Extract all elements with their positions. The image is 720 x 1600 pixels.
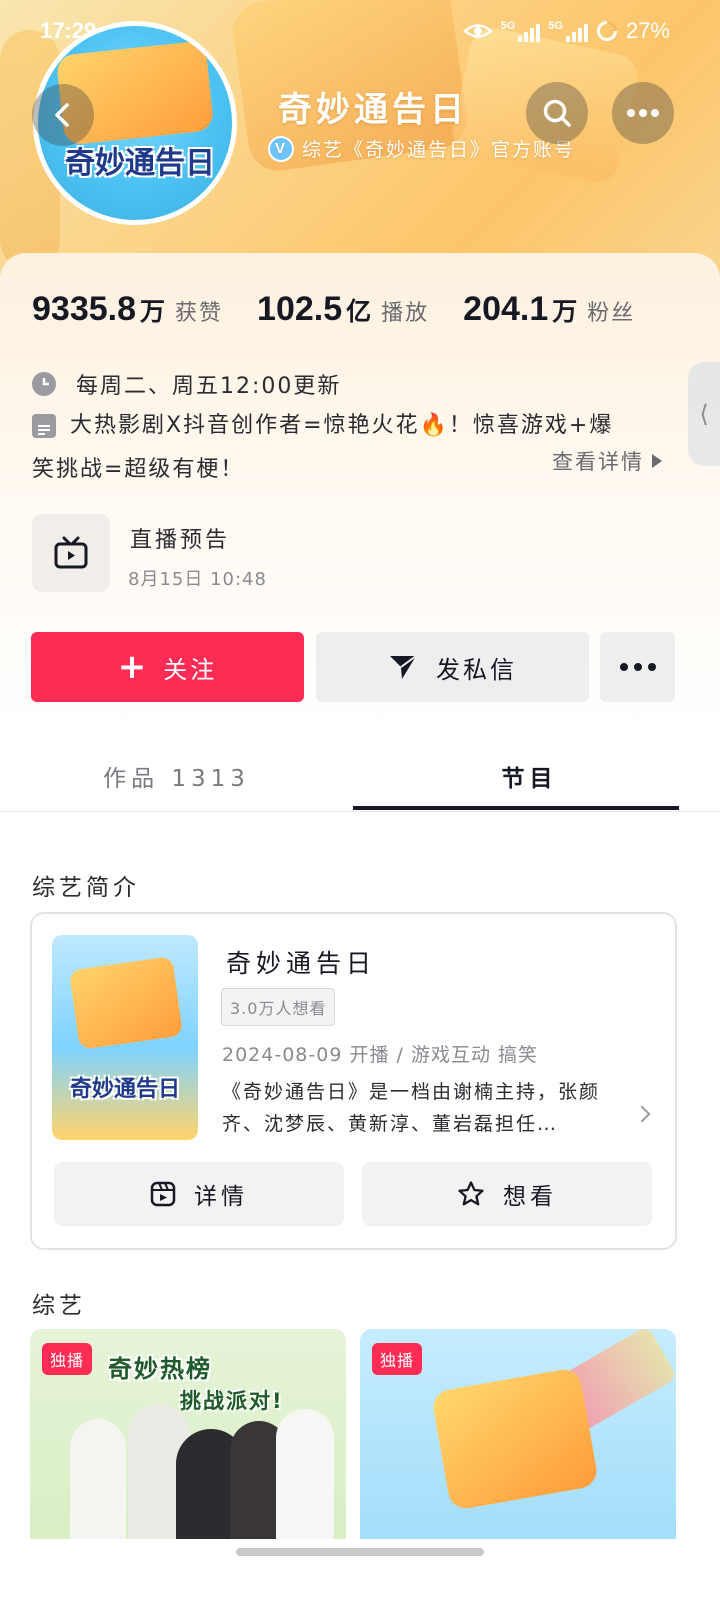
see-details-link[interactable]: 查看详情	[552, 446, 662, 476]
show-poster[interactable]: 奇妙通告日	[52, 935, 198, 1140]
details-button[interactable]: 详情	[54, 1162, 344, 1226]
stats-row: 9335.8 万 获赞 102.5 亿 播放 204.1 万 粉丝	[32, 290, 669, 329]
avatar-logo-text: 奇妙通告日	[65, 147, 215, 180]
verified-icon: V	[268, 135, 294, 162]
dot	[647, 663, 656, 671]
cast-figure	[276, 1409, 334, 1539]
film-icon	[150, 1181, 176, 1207]
show-description: 《奇妙通告日》是一档由谢楠主持，张颜齐、沈梦辰、黄新淳、董岩磊担任…	[222, 1081, 601, 1135]
schedule-text: 每周二、周五12:00更新	[76, 374, 342, 399]
want-to-watch-button[interactable]: 想看	[362, 1162, 652, 1226]
more-actions-button[interactable]	[600, 632, 675, 702]
home-indicator[interactable]	[236, 1548, 484, 1556]
live-preview-time: 8月15日 10:48	[128, 569, 267, 590]
side-drawer-handle[interactable]: ⟨	[688, 362, 720, 466]
thumbnail-artwork	[430, 1366, 600, 1512]
clock-icon	[32, 372, 56, 396]
want-count-badge: 3.0万人想看	[221, 988, 336, 1026]
tv-icon	[54, 536, 88, 569]
battery-percent: 27%	[625, 18, 670, 43]
signal-icon: 5G	[501, 20, 541, 42]
stat-plays[interactable]: 102.5 亿 播放	[257, 290, 429, 329]
poster-artwork	[68, 956, 184, 1050]
more-dots-icon	[627, 109, 659, 117]
exclusive-badge: 独播	[42, 1343, 93, 1375]
stat-followers[interactable]: 204.1 万 粉丝	[463, 290, 635, 329]
show-title: 奇妙通告日	[226, 949, 377, 978]
variety-thumbnail[interactable]: 独播 奇妙热榜 挑战派对!	[30, 1329, 346, 1539]
eye-care-icon	[462, 24, 493, 38]
chevron-left-icon: ⟨	[699, 400, 709, 428]
more-options-button[interactable]	[612, 82, 674, 144]
tab-active-indicator	[353, 806, 679, 810]
show-meta: 2024-08-09 开播 / 游戏互动 搞笑	[222, 1044, 538, 1066]
section-title-intro: 综艺简介	[32, 875, 140, 901]
thumbnail-subtitle: 挑战派对!	[180, 1389, 284, 1413]
live-preview-title[interactable]: 直播预告	[130, 522, 230, 554]
schedule-row: 每周二、周五12:00更新	[32, 368, 341, 400]
search-icon	[543, 99, 571, 127]
section-title-variety: 综艺	[32, 1293, 86, 1319]
content-tabs: 作品 1313 节目	[0, 740, 720, 812]
tab-program[interactable]: 节目	[353, 740, 706, 812]
cast-figure	[70, 1419, 126, 1539]
chevron-left-icon	[55, 103, 69, 127]
status-icons: 5G 5G 27%	[462, 18, 670, 44]
follow-button[interactable]: + 关注	[31, 632, 304, 702]
plus-icon: +	[117, 647, 150, 687]
account-name: 奇妙通告日	[278, 90, 468, 130]
triangle-right-icon	[652, 454, 662, 468]
stat-likes[interactable]: 9335.8 万 获赞	[32, 290, 223, 329]
search-button[interactable]	[526, 82, 588, 144]
live-preview-icon-box[interactable]	[32, 514, 110, 592]
poster-logo-text: 奇妙通告日	[69, 1076, 180, 1101]
send-message-button[interactable]: 发私信	[316, 632, 589, 702]
tab-works[interactable]: 作品 1313	[0, 740, 353, 812]
send-icon	[390, 655, 417, 679]
document-icon	[32, 414, 56, 438]
battery-icon	[596, 21, 617, 41]
verified-text: 综艺《奇妙通告日》官方账号	[302, 139, 576, 161]
dot	[633, 663, 642, 671]
exclusive-badge: 独播	[372, 1343, 423, 1375]
signal-icon: 5G	[548, 20, 588, 42]
thumbnail-title: 奇妙热榜	[108, 1355, 212, 1383]
back-button[interactable]	[32, 84, 94, 146]
dot	[619, 663, 628, 671]
star-icon	[458, 1181, 484, 1206]
verification-row: V 综艺《奇妙通告日》官方账号	[268, 135, 575, 162]
variety-thumbnail[interactable]: 独播	[360, 1329, 676, 1539]
